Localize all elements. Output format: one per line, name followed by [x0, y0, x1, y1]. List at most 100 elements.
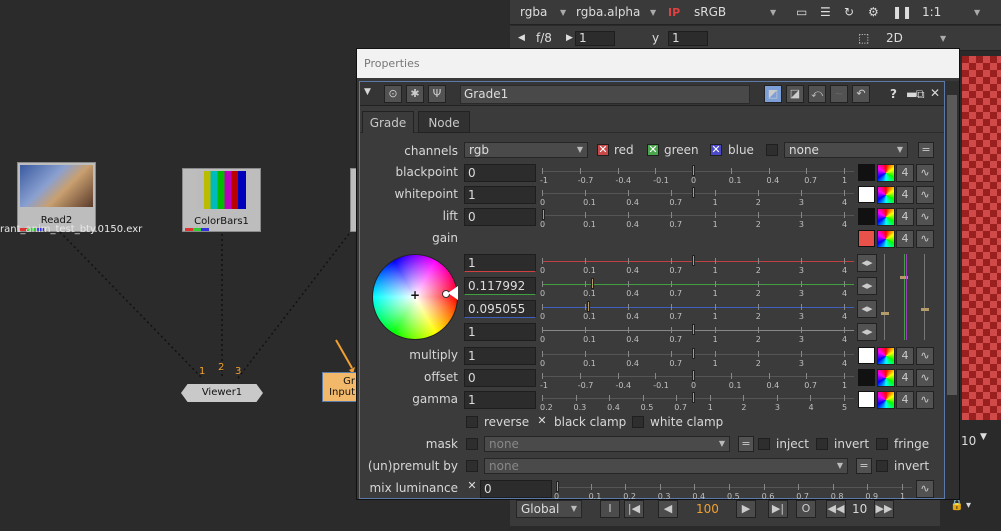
slider-track[interactable]	[542, 398, 854, 399]
viewer-input-1[interactable]: 1	[199, 366, 205, 377]
premult-dropdown[interactable]: none ▼	[484, 458, 848, 474]
viewer-input-3[interactable]: 3	[235, 366, 241, 377]
out-point-button[interactable]: O	[796, 500, 816, 518]
mask-equals-button[interactable]: =	[738, 436, 754, 452]
v-slider-a[interactable]	[924, 254, 925, 340]
color-wheel-icon[interactable]	[877, 208, 895, 226]
channel-count[interactable]: 4	[896, 347, 914, 365]
blackpoint-swatch[interactable]	[858, 164, 875, 181]
caret-down-icon[interactable]: ▼	[980, 432, 987, 442]
gain-r-arrows[interactable]: ◂▸	[857, 254, 877, 272]
play-back-button[interactable]: ◀	[658, 500, 678, 518]
first-frame-button[interactable]: |◀	[624, 500, 644, 518]
color-wheel-icon[interactable]	[877, 164, 895, 182]
fringe-checkbox[interactable]	[876, 438, 888, 450]
red-channel-checkbox[interactable]: ✕	[597, 144, 609, 156]
color-wheel-icon[interactable]	[877, 369, 895, 387]
gain-b-arrows[interactable]: ◂▸	[857, 300, 877, 318]
in-point-button[interactable]: I	[600, 500, 620, 518]
offset-slider[interactable]: -1 -0.7 -0.4 -0.1 0 0.1 0.4 0.7 1	[540, 369, 854, 390]
invert-mask-checkbox[interactable]	[816, 438, 828, 450]
tab-grade[interactable]: Grade	[362, 111, 414, 133]
offset-swatch[interactable]	[858, 369, 875, 386]
scroll-down-icon[interactable]: ▾	[966, 500, 971, 511]
monitor-icon[interactable]: ▭	[796, 4, 807, 21]
slider-handle[interactable]	[542, 209, 545, 220]
gain-r-slider[interactable]: 0 0.1 0.4 0.7 1 2 3 4	[540, 254, 854, 275]
channel-count[interactable]: 4	[896, 230, 914, 248]
mix-luminance-slider[interactable]: 0 0.1 0.2 0.3 0.4 0.5 0.6 0.7 0.8 0.9 1	[554, 480, 912, 501]
channel-count[interactable]: 4	[896, 369, 914, 387]
mask-checkbox[interactable]	[466, 438, 478, 450]
color-icon[interactable]: ◩	[764, 85, 782, 103]
gamma-field[interactable]: 1	[464, 391, 536, 409]
v-slider-r[interactable]	[884, 254, 885, 340]
collapse-icon[interactable]: ▼	[364, 87, 371, 97]
blackpoint-field[interactable]: 0	[464, 164, 536, 182]
black-clamp-checkbox[interactable]: ✕	[536, 415, 548, 428]
last-frame-button[interactable]: ▶|	[768, 500, 788, 518]
help-icon[interactable]: ?	[890, 87, 897, 101]
viewer-gamma-field[interactable]: 1	[668, 31, 708, 46]
viewer-colorspace-dropdown[interactable]: sRGB	[694, 4, 726, 21]
premult-equals-button[interactable]: =	[856, 458, 872, 474]
extra-channel-checkbox[interactable]	[766, 144, 778, 156]
step-back-button[interactable]: ◀◀	[826, 500, 846, 518]
gain-g-arrows[interactable]: ◂▸	[857, 277, 877, 295]
pause-icon[interactable]: ❚❚	[892, 4, 912, 21]
multiply-swatch[interactable]	[858, 347, 875, 364]
read2-node[interactable]: Read2	[17, 162, 96, 232]
curve-icon[interactable]: ∿	[916, 369, 934, 387]
color-wheel-icon[interactable]	[877, 186, 895, 204]
equals-button[interactable]: =	[918, 142, 934, 158]
blue-channel-checkbox[interactable]: ✕	[710, 144, 722, 156]
v-slider-g[interactable]	[904, 254, 905, 340]
channels-dropdown[interactable]: rgb ▼	[464, 142, 588, 158]
slider-handle[interactable]	[692, 255, 696, 266]
list-icon[interactable]: ☰	[820, 4, 831, 21]
scrollbar-thumb[interactable]	[947, 95, 957, 395]
gain-swatch[interactable]	[858, 230, 875, 247]
tab-node[interactable]: Node	[418, 111, 470, 133]
slider-handle[interactable]	[692, 187, 696, 198]
gain-g-slider[interactable]: 0 0.1 0.4 0.7 1 2 3 4	[540, 277, 854, 298]
viewer-node[interactable]: Viewer1	[181, 384, 263, 402]
channel-count[interactable]: 4	[896, 186, 914, 204]
fstop-value[interactable]: f/8	[536, 30, 552, 47]
tool-icon[interactable]: Ψ	[428, 85, 446, 103]
slider-handle[interactable]	[692, 324, 696, 335]
step-forward-button[interactable]: ▶▶	[874, 500, 894, 518]
multiply-slider[interactable]: 0 0.1 0.4 0.7 1 2 3 4	[540, 347, 854, 368]
node-input-icon[interactable]: ⊙	[384, 85, 402, 103]
panel-color-icon[interactable]: ◪	[786, 85, 804, 103]
slider-handle[interactable]	[587, 301, 591, 312]
mask-dropdown[interactable]: none ▼	[484, 436, 730, 452]
gain-a-field[interactable]: 1	[464, 323, 536, 341]
channel-count[interactable]: 4	[896, 208, 914, 226]
curve-icon[interactable]: ∿	[916, 164, 934, 182]
whitepoint-swatch[interactable]	[858, 186, 875, 203]
properties-scrollbar[interactable]	[945, 81, 959, 499]
color-wheel-icon[interactable]	[877, 347, 895, 365]
current-frame[interactable]: 100	[696, 502, 719, 516]
float-icon[interactable]: ⧉	[916, 87, 925, 102]
slider-track[interactable]	[542, 354, 854, 355]
whitepoint-slider[interactable]: 0 0.1 0.4 0.7 1 2 3 4	[540, 186, 854, 207]
viewer-alpha-dropdown[interactable]: rgba.alpha	[576, 4, 640, 21]
slider-track[interactable]	[542, 330, 854, 331]
next-icon[interactable]: ▶	[566, 30, 573, 47]
slider-handle[interactable]	[591, 278, 595, 289]
lift-slider[interactable]: 0 0.1 0.4 0.7 1 2 3 4	[540, 208, 854, 229]
channel-count[interactable]: 4	[896, 391, 914, 409]
slider-handle[interactable]	[692, 392, 696, 403]
prev-icon[interactable]: ◀	[518, 30, 525, 47]
scope-dropdown[interactable]: Global ▼	[516, 500, 582, 518]
settings-icon[interactable]: ⚙	[868, 4, 879, 21]
gamma-slider[interactable]: 0.2 0.3 0.4 0.5 0.7 1 2 3 4 5	[540, 391, 854, 412]
v-slider-r-handle[interactable]	[881, 312, 889, 315]
inject-checkbox[interactable]	[758, 438, 770, 450]
gain-r-field[interactable]: 1	[464, 254, 536, 272]
curve-icon[interactable]: ∿	[916, 186, 934, 204]
bug-icon[interactable]: ✱	[406, 85, 424, 103]
viewer-channels-dropdown[interactable]: rgba	[520, 4, 547, 21]
